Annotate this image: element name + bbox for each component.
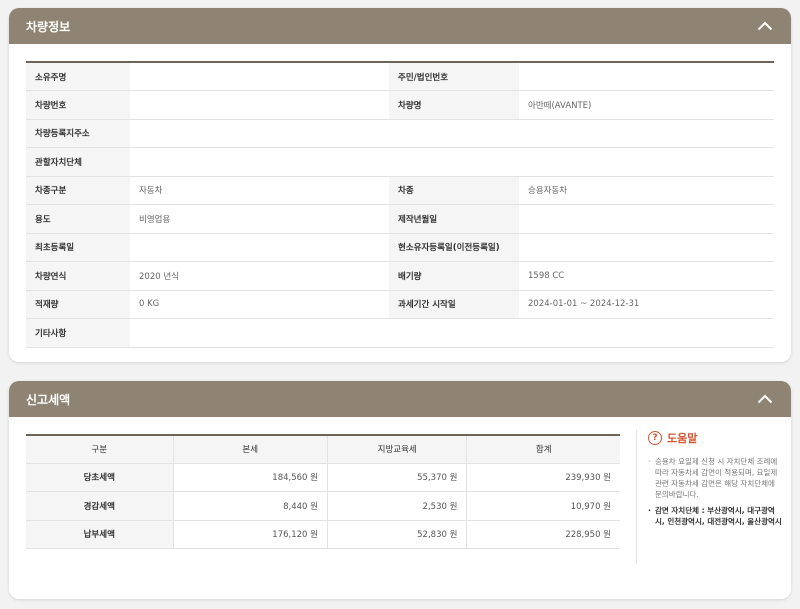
field-label: 관할자치단체 bbox=[26, 147, 130, 177]
help-item: 감면 자치단체 : 부산광역시, 대구광역시, 인천광역시, 대전광역시, 울산… bbox=[648, 505, 782, 527]
tax-col-header: 지방교육세 bbox=[326, 435, 467, 464]
field-value: 승용자동차 bbox=[519, 176, 774, 205]
vehicle-info-row: 차량연식 2020 년식 배기량 1598 CC bbox=[26, 261, 774, 291]
tax-col-header: 구분 bbox=[26, 435, 173, 464]
vehicle-info-row: 기타사항 bbox=[26, 318, 774, 348]
question-circle-icon: ? bbox=[648, 431, 662, 445]
tax-title: 신고세액 bbox=[26, 392, 71, 407]
vehicle-info-row: 용도 비영업용 제작년월일 bbox=[26, 204, 774, 234]
vehicle-info-row: 차량등록지주소 bbox=[26, 119, 774, 148]
vehicle-info-row: 소유주명 주민/법인번호 bbox=[26, 62, 774, 91]
tax-row-label: 경감세액 bbox=[26, 491, 173, 521]
tax-table: 구분 본세 지방교육세 합계 당초세액 184,560 원 55,370 원 239,… bbox=[26, 434, 620, 549]
field-value: 2020 년식 bbox=[130, 261, 389, 291]
field-label: 제작년월일 bbox=[389, 204, 519, 234]
field-label: 차량명 bbox=[389, 90, 519, 120]
field-value: 자동차 bbox=[130, 176, 389, 205]
field-label: 주민/법인번호 bbox=[389, 62, 519, 91]
vehicle-info-collapse-button[interactable] bbox=[755, 16, 775, 36]
field-label: 차량등록지주소 bbox=[26, 119, 130, 148]
vehicle-info-row: 차량번호 차량명 아반떼(AVANTE) bbox=[26, 90, 774, 120]
help-title-text: 도움말 bbox=[667, 432, 698, 445]
tax-collapse-button[interactable] bbox=[755, 389, 775, 409]
tax-amount: 184,560 원 bbox=[172, 463, 328, 492]
field-value bbox=[519, 233, 774, 262]
tax-amount: 8,440 원 bbox=[172, 491, 328, 521]
field-value: 아반떼(AVANTE) bbox=[519, 90, 774, 120]
tax-amount: 176,120 원 bbox=[172, 520, 328, 549]
chevron-up-icon bbox=[757, 21, 773, 31]
tax-header: 신고세액 bbox=[9, 381, 791, 417]
help-title: ? 도움말 bbox=[648, 430, 782, 446]
field-value: 1598 CC bbox=[519, 261, 774, 291]
vehicle-info-panel: 차량정보 소유주명 주민/법인번호차량번호 차량명 아반떼(AVANTE) 차량등록지주… bbox=[9, 8, 791, 362]
field-label: 배기량 bbox=[389, 261, 519, 291]
field-value bbox=[130, 119, 774, 148]
vehicle-info-row: 관할자치단체 bbox=[26, 147, 774, 177]
field-label: 현소유자등록일(이전등록일) bbox=[389, 233, 519, 262]
vehicle-info-row: 적재량 0 KG 과세기간 시작일 2024-01-01 ~ 2024-12-31 bbox=[26, 290, 774, 319]
field-value bbox=[130, 90, 389, 120]
tax-row-label: 당초세액 bbox=[26, 463, 173, 492]
field-label: 차종구분 bbox=[26, 176, 130, 205]
field-label: 차량번호 bbox=[26, 90, 130, 120]
tax-table-header-row: 구분 본세 지방교육세 합계 bbox=[26, 435, 620, 464]
tax-table-row: 납부세액 176,120 원 52,830 원 228,950 원 bbox=[26, 520, 620, 549]
field-label: 기타사항 bbox=[26, 318, 130, 348]
field-label: 적재량 bbox=[26, 290, 130, 319]
field-label: 차량연식 bbox=[26, 261, 130, 291]
field-value: 2024-01-01 ~ 2024-12-31 bbox=[519, 290, 774, 319]
field-value: 비영업용 bbox=[130, 204, 389, 234]
field-value bbox=[130, 318, 774, 348]
field-label: 소유주명 bbox=[26, 62, 130, 91]
tax-amount: 55,370 원 bbox=[326, 463, 467, 492]
field-label: 차종 bbox=[389, 176, 519, 205]
tax-amount: 10,970 원 bbox=[466, 491, 620, 521]
tax-table-row: 경감세액 8,440 원 2,530 원 10,970 원 bbox=[26, 491, 620, 521]
vehicle-info-row: 최초등록일 현소유자등록일(이전등록일) bbox=[26, 233, 774, 262]
field-value bbox=[130, 233, 389, 262]
tax-amount: 228,950 원 bbox=[466, 520, 620, 549]
chevron-up-icon bbox=[757, 394, 773, 404]
field-label: 최초등록일 bbox=[26, 233, 130, 262]
vehicle-info-table: 소유주명 주민/법인번호차량번호 차량명 아반떼(AVANTE) 차량등록지주소 관할자치… bbox=[26, 61, 774, 348]
tax-amount: 239,930 원 bbox=[466, 463, 620, 492]
tax-table-row: 당초세액 184,560 원 55,370 원 239,930 원 bbox=[26, 463, 620, 492]
vehicle-info-title: 차량정보 bbox=[26, 19, 71, 34]
tax-amount: 2,530 원 bbox=[326, 491, 467, 521]
field-value: 0 KG bbox=[130, 290, 389, 319]
tax-col-header: 본세 bbox=[172, 435, 328, 464]
help-box: ? 도움말 승용차 요일제 신청 시 자치단체 조례에 따라 자동차세 감면이 … bbox=[636, 430, 782, 564]
help-item: 승용차 요일제 신청 시 자치단체 조례에 따라 자동차세 감면이 적용되며, … bbox=[648, 456, 782, 500]
tax-col-header: 합계 bbox=[466, 435, 620, 464]
tax-amount: 52,830 원 bbox=[326, 520, 467, 549]
field-value bbox=[130, 62, 389, 91]
field-value bbox=[519, 204, 774, 234]
field-value bbox=[130, 147, 774, 177]
tax-panel: 신고세액 구분 본세 지방교육세 합계 당초세액 184,560 원 55,370 … bbox=[9, 381, 791, 599]
field-label: 과세기간 시작일 bbox=[389, 290, 519, 319]
field-value bbox=[519, 62, 774, 91]
vehicle-info-header: 차량정보 bbox=[9, 8, 791, 44]
tax-row-label: 납부세액 bbox=[26, 520, 173, 549]
vehicle-info-row: 차종구분 자동차 차종 승용자동차 bbox=[26, 176, 774, 205]
field-label: 용도 bbox=[26, 204, 130, 234]
